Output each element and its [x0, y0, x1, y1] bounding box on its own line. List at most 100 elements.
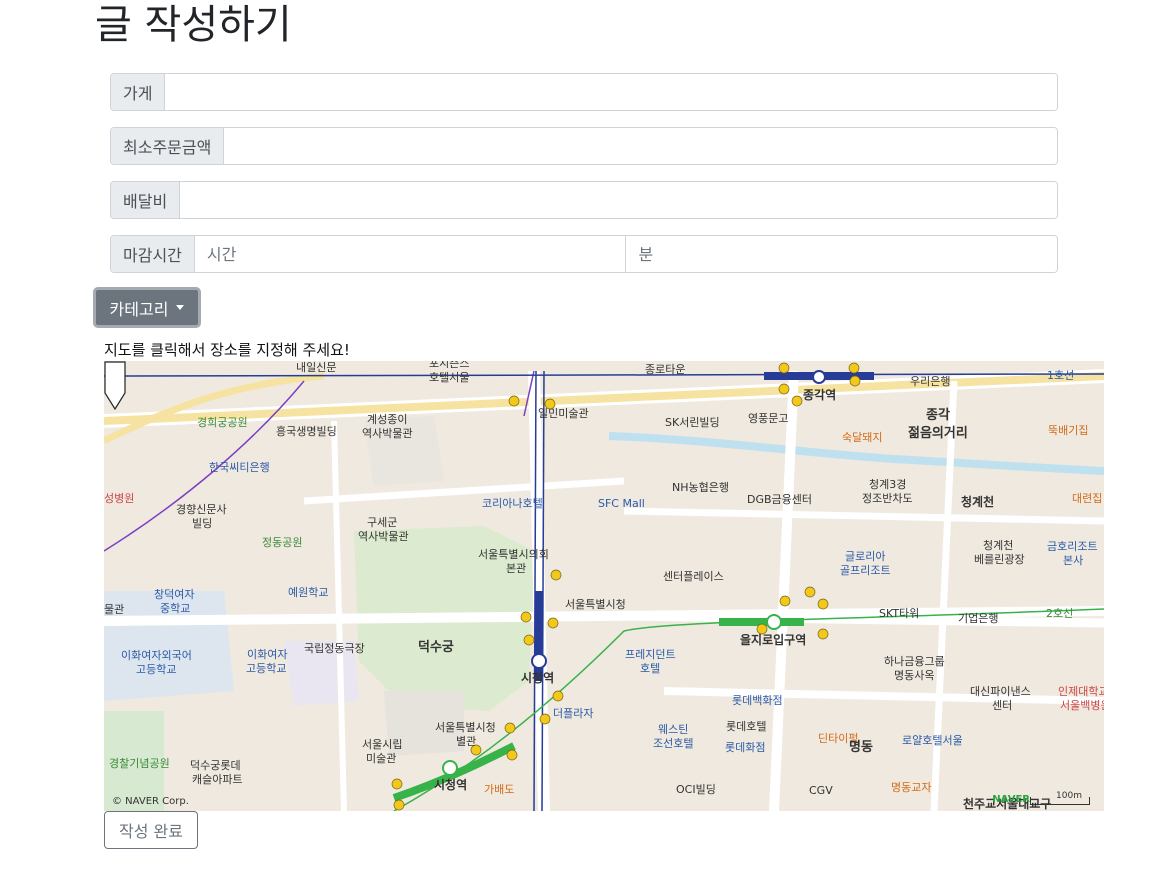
map-label: 경향신문사	[176, 503, 227, 516]
map-label: 역사박물관	[362, 427, 413, 440]
map-label: 숙달돼지	[842, 431, 883, 444]
map-label: 정조반차도	[862, 492, 913, 505]
map-label: 2호선	[1046, 607, 1074, 620]
map-label: 계성종이	[367, 413, 408, 426]
map-label: 한국씨티은행	[209, 461, 270, 474]
map-label: 예원학교	[288, 586, 329, 599]
delivery-fee-field-group: 배달비	[110, 181, 1058, 219]
map-label: 롯데호텔	[726, 720, 767, 733]
map-label: NH농협은행	[672, 481, 729, 494]
map-label: 롯데백화점	[732, 694, 783, 707]
min-order-input[interactable]	[224, 128, 1057, 164]
map-label: 덕수궁롯데	[190, 759, 241, 772]
map-label: 별관	[456, 735, 477, 748]
map-label: 이화여자	[247, 648, 288, 661]
map-label: 명동교자	[891, 781, 932, 794]
map-label: 포시즌스	[429, 361, 470, 370]
store-input[interactable]	[165, 74, 1057, 110]
map-label: 대련집	[1072, 492, 1103, 505]
map-label: SK서린빌딩	[665, 416, 720, 429]
map-label: 센터	[992, 699, 1013, 712]
store-field-group: 가게	[110, 73, 1058, 111]
map-label: 중학교	[160, 602, 191, 615]
map-label: 프레지던트	[625, 648, 676, 661]
delivery-fee-input[interactable]	[180, 182, 1057, 218]
map-label: DGB금융센터	[747, 493, 813, 506]
map-label: 구세군	[367, 516, 398, 529]
map-label: 경희궁공원	[197, 416, 248, 429]
map-label: 서울백병원	[1060, 699, 1104, 712]
map-label: 이화여자외국어	[121, 649, 192, 662]
submit-button[interactable]: 작성 완료	[104, 811, 198, 849]
delivery-fee-label: 배달비	[111, 182, 181, 218]
map-label: 흥국생명빌딩	[276, 425, 337, 438]
map-label: 본관	[506, 562, 527, 575]
map-label: 시청역	[521, 671, 555, 685]
caret-down-icon	[176, 305, 185, 310]
map-label: 뚝배기집	[1048, 424, 1089, 437]
map-label: 청계천	[961, 495, 995, 509]
min-order-label: 최소주문금액	[111, 128, 225, 164]
map-label: 센터플레이스	[663, 570, 724, 583]
map-label: 조선호텔	[653, 737, 694, 750]
map-label: 정동공원	[262, 536, 303, 549]
deadline-minute-input[interactable]	[626, 236, 1057, 272]
map-label: OCI빌딩	[676, 783, 716, 796]
map-label: 골프리조트	[840, 564, 891, 577]
map-label: 명동사옥	[894, 669, 935, 682]
map-label: 로얄호텔서울	[902, 734, 963, 747]
deadline-hour-input[interactable]	[194, 236, 627, 272]
map-view[interactable]: 내일신문 포시즌스 호텔서울 종로타운 종각역 우리은행 1호선 일민미술관 경…	[104, 361, 1104, 811]
map-label: 서울특별시청	[565, 598, 626, 611]
map-label: 베를린광장	[974, 553, 1025, 566]
map-label: 서울특별시의회	[478, 548, 549, 561]
map-label: 내일신문	[296, 361, 337, 374]
category-dropdown-button[interactable]: 카테고리	[93, 287, 201, 328]
min-order-field-group: 최소주문금액	[110, 127, 1058, 165]
deadline-field-group: 마감시간	[110, 235, 1058, 273]
store-label: 가게	[111, 74, 166, 110]
map-label: 미술관	[366, 752, 397, 765]
map-label: 서울특별시청	[435, 721, 496, 734]
map-hint: 지도를 클릭해서 장소를 지정해 주세요!	[104, 341, 350, 359]
map-label: 경찰기념공원	[109, 757, 170, 770]
map-label: 웨스틴	[658, 723, 689, 736]
map-label: 청계3경	[869, 478, 907, 491]
map-label: 고등학교	[136, 663, 177, 676]
map-label: 하나금융그룹	[884, 655, 945, 668]
naver-logo: NAVER	[992, 794, 1030, 805]
map-label: 기업은행	[958, 612, 999, 625]
map-label: 창덕여자	[154, 588, 195, 601]
map-label: 젊음의거리	[908, 426, 968, 441]
location-pin-icon	[104, 361, 126, 411]
map-label: 우리은행	[910, 375, 951, 388]
map-label: 더플라자	[553, 707, 594, 720]
map-label: 역사박물관	[358, 530, 409, 543]
map-label: 고등학교	[246, 662, 287, 675]
map-label: 금호리조트	[1047, 540, 1098, 553]
map-label: SFC Mall	[598, 497, 645, 510]
map-scale-bar	[1030, 797, 1090, 805]
map-label: 을지로입구역	[740, 633, 807, 647]
map-label: SKT타워	[879, 607, 920, 620]
map-label: 가배도	[484, 783, 515, 796]
map-label: 시청역	[434, 778, 468, 792]
map-label: 서울시립	[362, 738, 403, 751]
map-label: 성병원	[104, 492, 135, 505]
map-label: 국립정동극장	[304, 642, 365, 655]
map-label: 빌딩	[192, 517, 213, 530]
map-label: CGV	[809, 784, 833, 797]
category-button-label: 카테고리	[109, 299, 169, 319]
map-label: 영풍문고	[748, 412, 789, 425]
map-label: 청계천	[983, 539, 1014, 552]
map-label: 물관	[104, 603, 125, 616]
map-label: 롯데화점	[725, 741, 766, 754]
map-label: 덕수궁	[418, 640, 454, 655]
map-label: 글로리아	[845, 550, 886, 563]
map-label: 호텔	[640, 662, 661, 675]
map-label: 일민미술관	[538, 407, 589, 420]
map-label: 종각	[926, 408, 950, 423]
map-label: 대신파이낸스	[970, 685, 1031, 698]
map-label: 캐슬아파트	[192, 773, 243, 786]
map-label: 인제대학교	[1058, 685, 1104, 698]
